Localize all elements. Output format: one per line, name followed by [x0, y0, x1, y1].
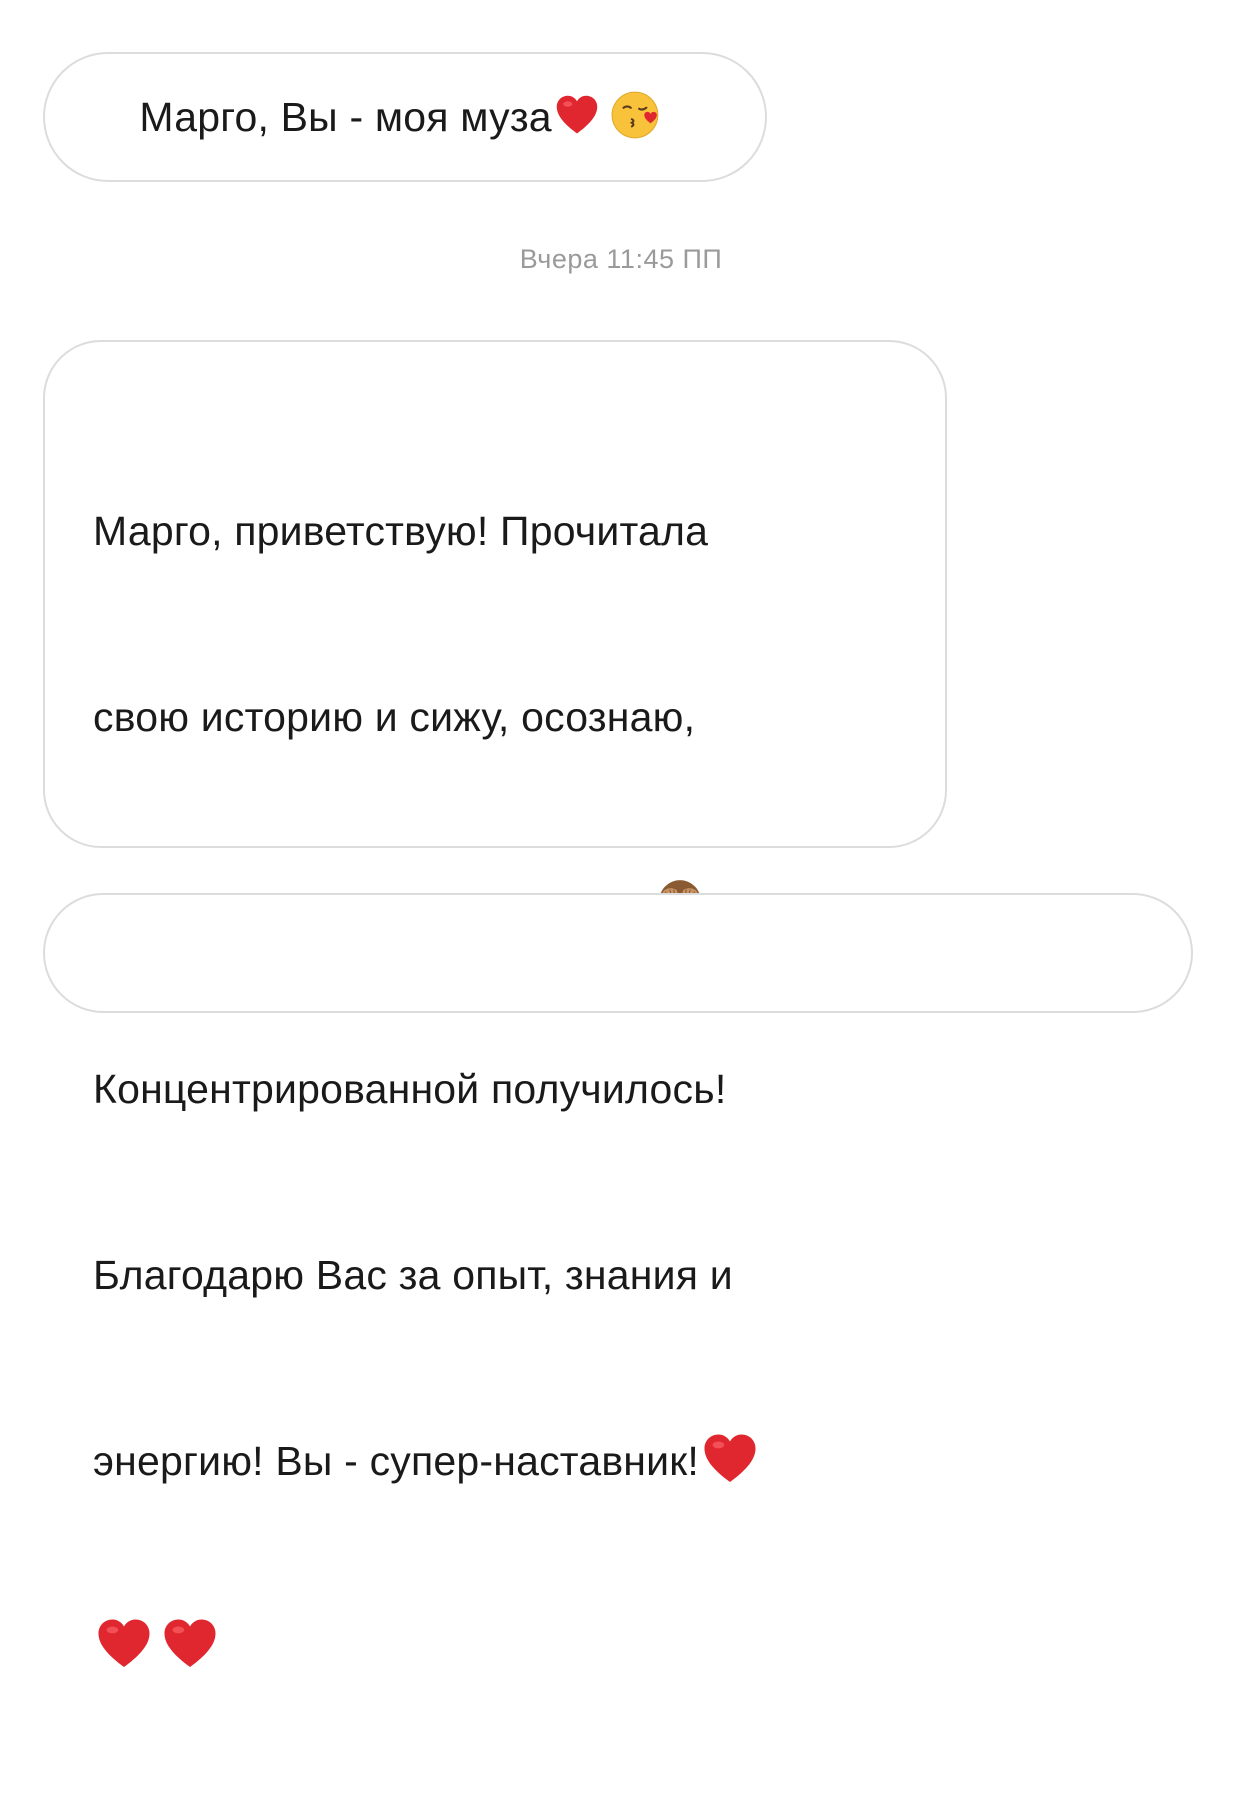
red-heart-icon	[704, 1434, 756, 1483]
message-line: свою историю и сижу, осознаю,	[93, 686, 897, 748]
message-line-text: Концентрированной получилось!	[93, 1066, 727, 1112]
red-heart-icon	[556, 95, 598, 134]
message-text: Марго, Вы - моя муза	[93, 24, 662, 210]
message-line-text: Благодарю Вас за опыт, знания и	[93, 1252, 733, 1298]
message-line: энергию! Вы - супер-наставник!	[93, 1430, 897, 1492]
message-timestamp: Вчера 11:45 ПП	[0, 244, 1242, 275]
message-line: Марго, приветствую! Прочитала	[93, 500, 897, 562]
message-line	[93, 1616, 897, 1686]
message-text: Марго, приветствую! Прочитала свою истор…	[93, 376, 897, 1800]
red-heart-icon	[164, 1619, 216, 1668]
message-bubble-incoming[interactable]	[43, 893, 1193, 1013]
message-line: Концентрированной получилось!	[93, 1058, 897, 1120]
face-blowing-kiss-icon	[611, 91, 659, 139]
message-line-text: энергию! Вы - супер-наставник!	[93, 1438, 699, 1484]
message-bubble-incoming[interactable]: Марго, Вы - моя муза	[43, 52, 767, 182]
message-line: Благодарю Вас за опыт, знания и	[93, 1244, 897, 1306]
red-heart-icon	[98, 1619, 150, 1668]
message-line-text: Марго, приветствую! Прочитала	[93, 508, 709, 554]
message-line-text: свою историю и сижу, осознаю,	[93, 694, 696, 740]
message-bubble-incoming[interactable]: Марго, приветствую! Прочитала свою истор…	[43, 340, 947, 1668]
message-text-content: Марго, Вы - моя муза	[139, 94, 552, 140]
timestamp-text: Вчера 11:45 ПП	[519, 244, 723, 274]
